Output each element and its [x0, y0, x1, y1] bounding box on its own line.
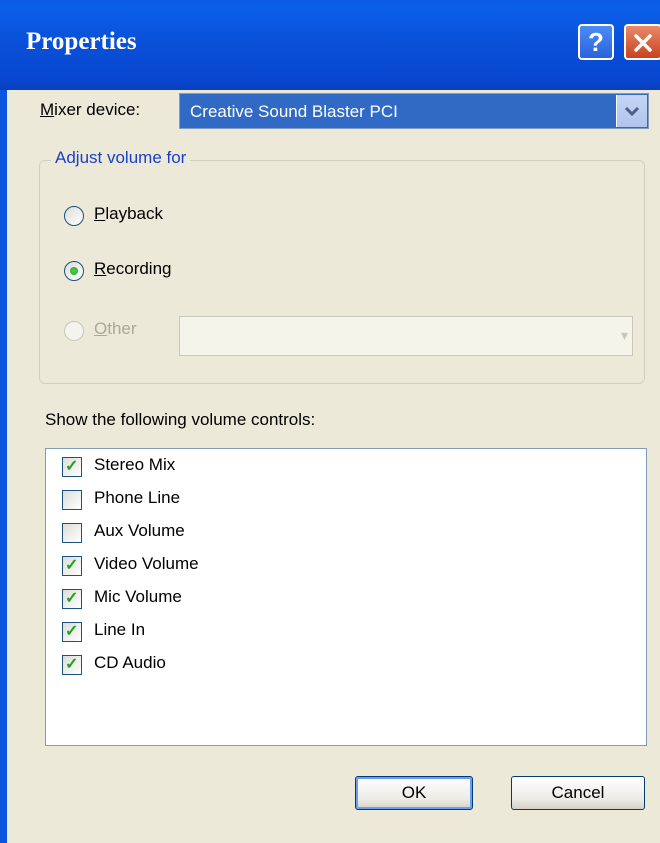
checkbox-line-in[interactable]: ✓ — [62, 622, 82, 642]
volume-controls-list[interactable]: ✓ Stereo Mix Phone Line Aux Volume ✓ Vid… — [45, 448, 647, 746]
adjust-volume-legend: Adjust volume for — [51, 148, 191, 168]
checkbox-mic-volume[interactable]: ✓ — [62, 589, 82, 609]
properties-dialog: Properties ? Mixer device: Creative Soun… — [0, 0, 660, 843]
dialog-content: Mixer device: Creative Sound Blaster PCI… — [7, 90, 660, 843]
other-label[interactable]: Other — [94, 319, 137, 339]
radio-selected-dot — [70, 267, 78, 275]
other-device-select[interactable]: ▾ — [179, 316, 633, 356]
check-icon: ✓ — [65, 557, 79, 574]
window-title: Properties — [26, 28, 137, 55]
help-icon: ? — [588, 27, 604, 57]
checkbox-video-volume[interactable]: ✓ — [62, 556, 82, 576]
recording-radio[interactable] — [64, 261, 84, 281]
mixer-device-label: Mixer device: — [40, 100, 141, 119]
title-bar[interactable]: Properties ? — [0, 0, 660, 90]
playback-label[interactable]: Playback — [94, 204, 163, 224]
check-icon: ✓ — [65, 590, 79, 607]
chevron-down-icon: ▾ — [620, 327, 628, 343]
check-icon: ✓ — [65, 656, 79, 673]
chevron-down-icon — [624, 106, 640, 117]
checkbox-phone-line[interactable] — [62, 490, 82, 510]
checkbox-cd-audio[interactable]: ✓ — [62, 655, 82, 675]
help-button[interactable]: ? — [578, 24, 614, 60]
mixer-device-select[interactable]: Creative Sound Blaster PCI — [179, 93, 649, 129]
playback-radio[interactable] — [64, 206, 84, 226]
close-icon — [634, 34, 652, 52]
checkbox-aux-volume[interactable] — [62, 523, 82, 543]
other-radio[interactable] — [64, 321, 84, 341]
mixer-device-value: Creative Sound Blaster PCI — [190, 102, 398, 121]
close-button[interactable] — [624, 24, 660, 60]
dropdown-arrow[interactable] — [616, 95, 647, 127]
cancel-button[interactable]: Cancel — [511, 776, 645, 810]
ok-button[interactable]: OK — [355, 776, 473, 810]
recording-label[interactable]: Recording — [94, 259, 172, 279]
checkbox-stereo-mix[interactable]: ✓ — [62, 457, 82, 477]
check-icon: ✓ — [65, 458, 79, 475]
check-icon: ✓ — [65, 623, 79, 640]
volume-controls-label: Show the following volume controls: — [45, 410, 316, 429]
